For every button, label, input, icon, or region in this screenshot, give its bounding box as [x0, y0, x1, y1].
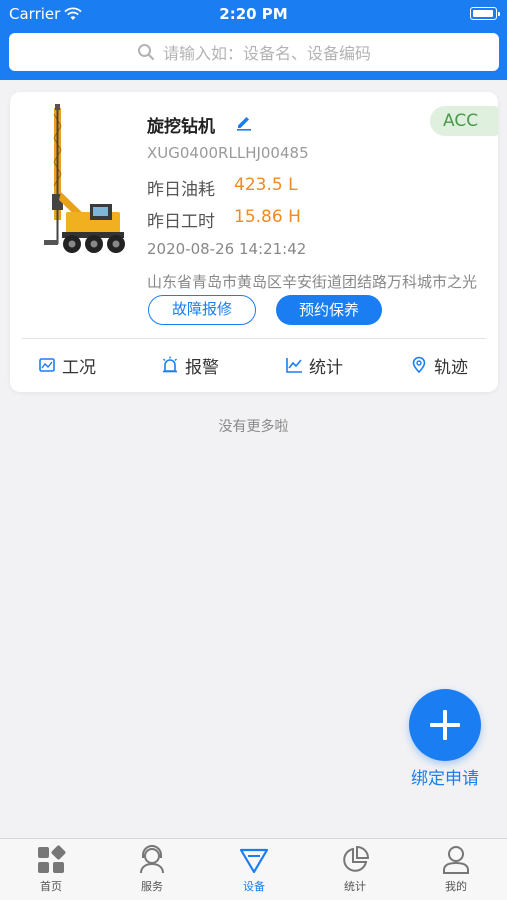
battery-icon — [470, 7, 500, 20]
device-address: 山东省青岛市黄岛区辛安街道团结路万科城市之光 — [147, 273, 478, 291]
tab-service-label: 服务 — [141, 880, 163, 893]
tab-device-label: 设备 — [243, 880, 265, 893]
device-card[interactable]: 旋挖钻机 ACC XUG0400RLLHJ00485 昨日油耗 423.5 L … — [10, 92, 498, 392]
search-input[interactable]: 请输入如：设备名、设备编码 — [9, 33, 499, 71]
maintenance-booking-button[interactable]: 预约保养 — [276, 295, 382, 325]
track-label: 轨迹 — [434, 357, 468, 378]
edit-icon[interactable] — [235, 113, 253, 131]
condition-icon — [39, 358, 55, 372]
device-name: 旋挖钻机 — [147, 117, 215, 137]
plus-icon — [430, 710, 460, 740]
tab-device[interactable]: 设备 — [224, 845, 284, 894]
alarm-label: 报警 — [185, 357, 219, 378]
location-pin-icon — [412, 356, 426, 374]
tab-mine[interactable]: 我的 — [426, 845, 486, 894]
user-icon — [443, 846, 469, 874]
device-icon — [239, 848, 269, 874]
service-headset-icon — [140, 845, 164, 874]
home-grid-icon — [38, 845, 66, 873]
status-time: 2:20 PM — [219, 5, 288, 23]
track-action[interactable]: 轨迹 — [410, 350, 468, 380]
line-chart-icon — [286, 358, 302, 373]
list-end-text: 没有更多啦 — [218, 419, 289, 435]
fuel-label: 昨日油耗 — [147, 180, 215, 200]
search-placeholder: 请输入如：设备名、设备编码 — [162, 44, 371, 63]
bind-request-label[interactable]: 绑定申请 — [400, 764, 490, 789]
tab-home[interactable]: 首页 — [21, 845, 81, 894]
rotary-drill-image — [44, 104, 125, 253]
bind-request-button[interactable] — [409, 689, 481, 761]
tab-stats[interactable]: 统计 — [325, 845, 385, 894]
fault-report-button[interactable]: 故障报修 — [148, 295, 256, 325]
pie-chart-icon — [343, 845, 370, 872]
stats-action[interactable]: 统计 — [285, 350, 343, 380]
fuel-value: 423.5 L — [234, 175, 298, 195]
alarm-action[interactable]: 报警 — [161, 350, 219, 380]
last-update-time: 2020-08-26 14:21:42 — [147, 240, 307, 258]
hours-value: 15.86 H — [234, 207, 301, 227]
condition-label: 工况 — [62, 357, 96, 378]
status-bar: Carrier 2:20 PM — [0, 0, 507, 28]
hours-label: 昨日工时 — [147, 212, 215, 232]
acc-status-badge: ACC — [430, 106, 498, 136]
stats-label: 统计 — [309, 357, 343, 378]
tab-home-label: 首页 — [40, 880, 62, 893]
tab-bar: 首页 服务 设备 统计 我的 — [0, 838, 507, 900]
tab-mine-label: 我的 — [445, 880, 467, 893]
condition-action[interactable]: 工况 — [38, 350, 96, 380]
alarm-icon — [163, 356, 177, 373]
tab-service[interactable]: 服务 — [122, 845, 182, 894]
header: Carrier 2:20 PM 请输入如：设备名、设备编码 — [0, 0, 507, 80]
device-serial: XUG0400RLLHJ00485 — [147, 144, 309, 162]
search-icon — [137, 44, 155, 61]
divider — [22, 338, 486, 339]
tab-stats-label: 统计 — [344, 880, 366, 893]
